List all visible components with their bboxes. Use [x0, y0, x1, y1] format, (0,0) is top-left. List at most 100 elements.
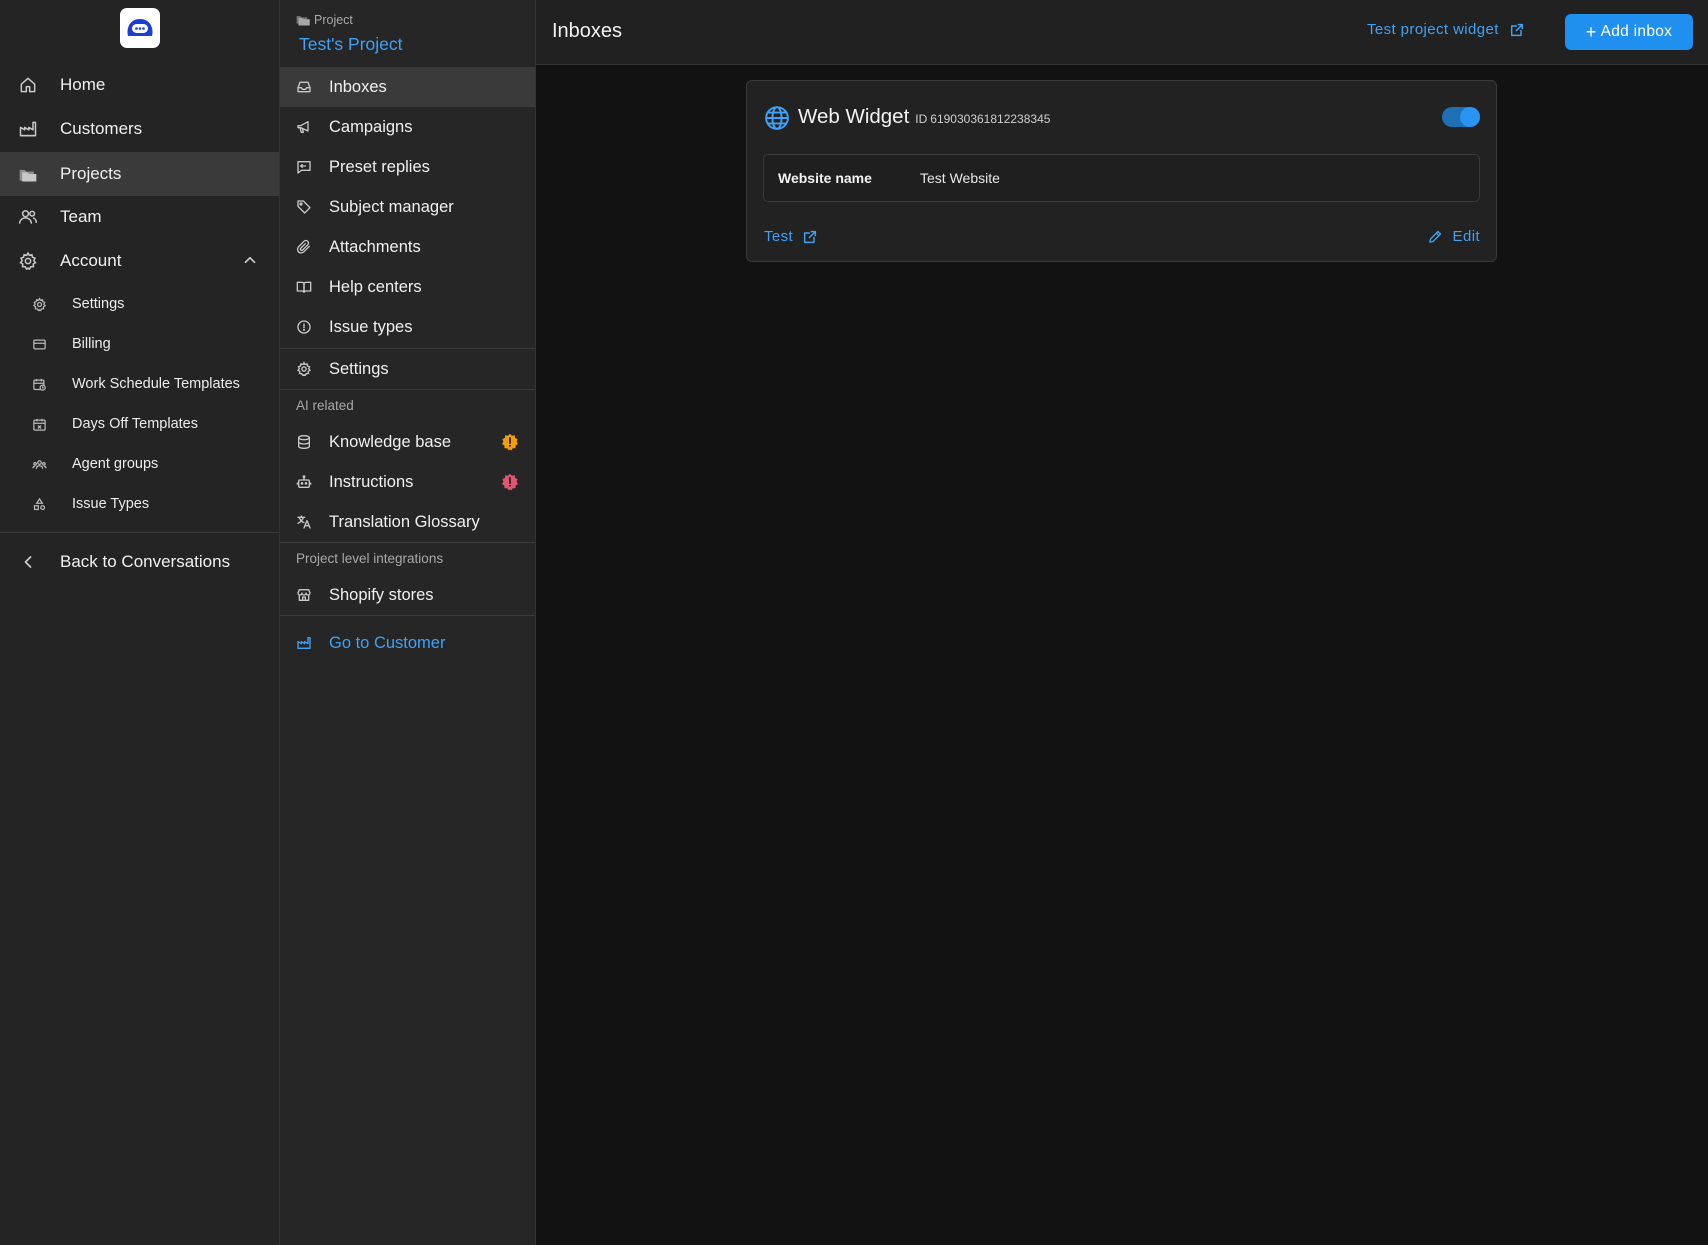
alert-circle-icon: [297, 320, 311, 334]
nav-projects[interactable]: Projects: [0, 152, 279, 196]
project-nav-settings[interactable]: Settings: [280, 349, 535, 389]
nav-home[interactable]: Home: [0, 63, 279, 107]
folders-icon: [296, 15, 310, 25]
store-icon: [297, 589, 311, 601]
project-nav-label: Campaigns: [329, 117, 413, 136]
project-nav-instructions[interactable]: Instructions: [280, 462, 535, 502]
nav-label: Customers: [60, 119, 143, 138]
project-nav-label: Instructions: [329, 472, 414, 491]
add-inbox-button[interactable]: + Add inbox: [1565, 14, 1693, 50]
robot-icon: [296, 475, 312, 488]
book-open-icon: [296, 281, 312, 293]
integrations-section-label: Project level integrations: [296, 551, 444, 566]
website-name-label: Website name: [778, 170, 872, 186]
warning-badge-icon: [502, 433, 518, 451]
project-nav-inboxes[interactable]: Inboxes: [280, 67, 535, 107]
add-inbox-label: Add inbox: [1600, 23, 1673, 40]
project-nav-label: Translation Glossary: [329, 512, 480, 531]
project-nav-translation-glossary[interactable]: Translation Glossary: [280, 502, 535, 542]
back-to-conversations[interactable]: Back to Conversations: [0, 540, 279, 584]
sidebar-divider: [0, 532, 279, 533]
project-nav-subject-manager[interactable]: Subject manager: [280, 187, 535, 227]
inbox-enabled-toggle[interactable]: [1442, 107, 1480, 127]
calendar-x-icon: [33, 418, 46, 431]
project-sidebar-divider: [280, 389, 535, 390]
inbox-info-box: Website name Test Website: [763, 154, 1480, 202]
gear-icon: [32, 296, 47, 311]
test-project-widget-label: Test project widget: [1367, 21, 1499, 38]
project-nav-label: Shopify stores: [329, 585, 434, 604]
pencil-icon: [1428, 230, 1441, 243]
nav-label: Home: [60, 75, 106, 94]
inbox-test-link[interactable]: Test: [764, 228, 818, 245]
project-nav-label: Settings: [329, 359, 389, 378]
paperclip-icon: [296, 239, 310, 254]
external-link-icon: [804, 230, 817, 243]
page-header: Inboxes Test project widget + Add inbox: [536, 0, 1708, 65]
account-work-schedule-templates[interactable]: Work Schedule Templates: [0, 365, 279, 403]
account-agent-groups[interactable]: Agent groups: [0, 445, 279, 483]
website-name-value: Test Website: [920, 170, 1000, 186]
account-issue-types[interactable]: Issue Types: [0, 485, 279, 523]
project-name[interactable]: Test's Project: [299, 34, 403, 55]
megaphone-icon: [297, 121, 309, 133]
inbox-id-label: ID: [915, 112, 928, 126]
toggle-knob: [1460, 107, 1480, 127]
test-project-widget-link[interactable]: Test project widget: [1367, 21, 1525, 38]
project-sidebar: Project Test's Project Inboxes Campaigns…: [280, 0, 536, 1245]
nav-customers[interactable]: Customers: [0, 107, 279, 151]
shapes-icon: [33, 497, 46, 510]
error-badge-icon: [502, 473, 518, 491]
message-reply-icon: [297, 161, 311, 174]
project-caption-text: Project: [314, 13, 353, 27]
calendar-clock-icon: [33, 378, 46, 391]
inbox-card-header: Web Widget ID 619030361812238345: [764, 105, 1050, 131]
project-sidebar-divider: [280, 542, 535, 543]
account-days-off-templates[interactable]: Days Off Templates: [0, 405, 279, 443]
page-title: Inboxes: [552, 20, 623, 42]
project-nav-issue-types[interactable]: Issue types: [280, 307, 535, 347]
project-caption: Project: [296, 13, 353, 27]
app-logo[interactable]: [120, 8, 160, 48]
inbox-title: Web Widget: [798, 105, 910, 128]
go-to-customer-link[interactable]: Go to Customer: [280, 623, 535, 663]
home-icon: [20, 77, 36, 93]
project-nav-label: Knowledge base: [329, 432, 452, 451]
project-sidebar-divider: [280, 615, 535, 616]
ai-section-label: AI related: [296, 398, 354, 413]
users-group-icon: [32, 459, 47, 469]
project-nav-shopify-stores[interactable]: Shopify stores: [280, 575, 535, 615]
project-nav-help-centers[interactable]: Help centers: [280, 267, 535, 307]
project-nav-attachments[interactable]: Attachments: [280, 227, 535, 267]
folders-icon: [19, 169, 37, 182]
chat-bubble-logo-icon: [127, 19, 153, 36]
database-icon: [298, 435, 310, 450]
factory-icon: [297, 637, 311, 649]
inbox-icon: [297, 81, 311, 93]
nav-label: Account: [60, 251, 122, 270]
project-nav-knowledge-base[interactable]: Knowledge base: [280, 422, 535, 462]
project-nav-label: Attachments: [329, 237, 421, 256]
users-icon: [18, 210, 38, 224]
nav-team[interactable]: Team: [0, 195, 279, 239]
account-item-label: Days Off Templates: [72, 416, 198, 432]
project-nav-label: Issue types: [329, 317, 413, 336]
gear-icon: [297, 361, 311, 377]
nav-account[interactable]: Account: [0, 239, 279, 283]
account-billing[interactable]: Billing: [0, 325, 279, 363]
project-nav-preset-replies[interactable]: Preset replies: [280, 147, 535, 187]
account-settings[interactable]: Settings: [0, 285, 279, 323]
back-label: Back to Conversations: [60, 552, 231, 571]
inbox-edit-link[interactable]: Edit: [1428, 228, 1480, 245]
plus-icon: +: [1585, 21, 1597, 42]
nav-label: Projects: [60, 164, 122, 183]
chevron-up-icon[interactable]: [241, 251, 259, 269]
inbox-card: Web Widget ID 619030361812238345 Website…: [746, 80, 1497, 262]
globe-icon: [765, 106, 789, 130]
account-item-label: Agent groups: [72, 456, 159, 472]
project-nav-label: Subject manager: [329, 197, 454, 216]
project-nav-campaigns[interactable]: Campaigns: [280, 107, 535, 147]
project-nav-label: Help centers: [329, 277, 422, 296]
language-icon: [297, 515, 311, 529]
nav-label: Team: [60, 207, 102, 226]
